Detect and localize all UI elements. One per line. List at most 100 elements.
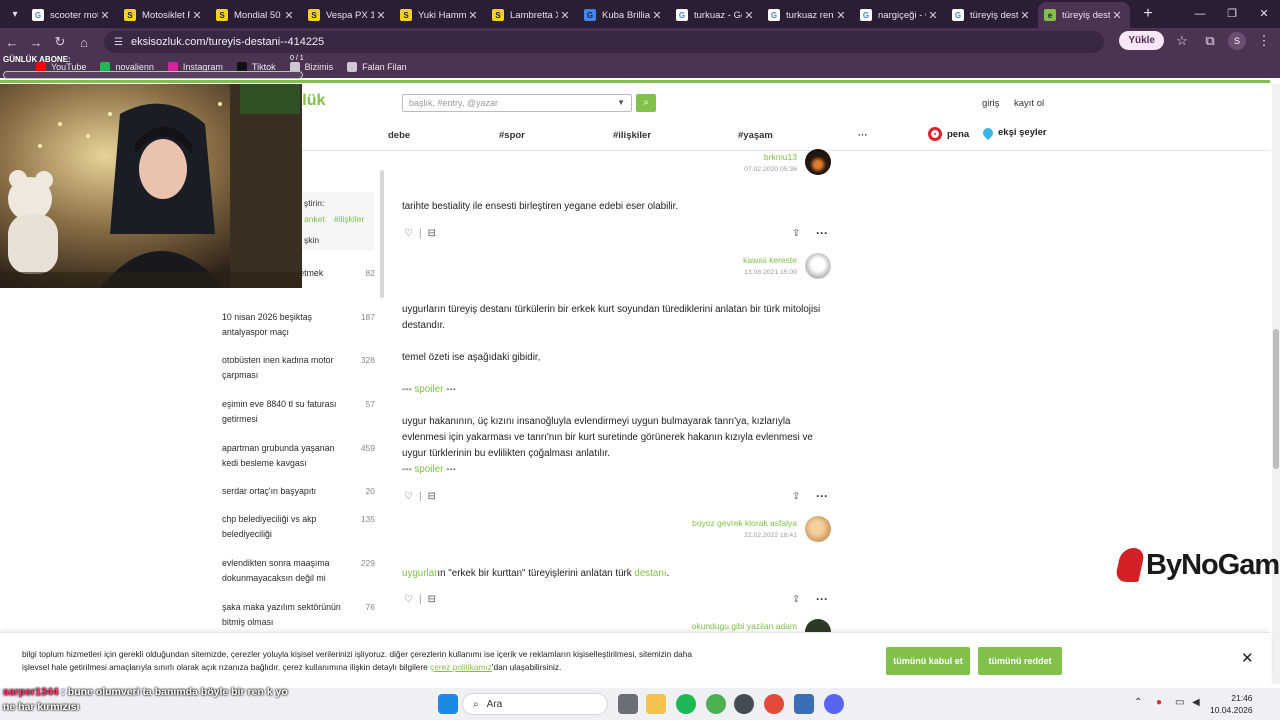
nav-spor[interactable]: #spor — [499, 130, 525, 141]
topic-list-item[interactable]: şaka maka yazılım sektörünün bitmiş olma… — [222, 600, 375, 630]
bookmark-star-icon[interactable]: ☆ — [1172, 33, 1192, 49]
task-view-icon[interactable] — [618, 694, 638, 714]
browser-tab[interactable]: G Kuba Brilliant✕ — [578, 2, 670, 28]
nav-debe[interactable]: debe — [388, 130, 410, 141]
tab-close-icon[interactable]: ✕ — [282, 9, 296, 22]
tab-close-icon[interactable]: ✕ — [1110, 9, 1124, 22]
register-link[interactable]: kayıt ol — [1014, 98, 1044, 109]
favorite-icon[interactable]: ♡ — [404, 228, 413, 239]
share-icon[interactable]: ⇪ — [792, 491, 800, 502]
browser-tab[interactable]: Gturkuaz - Google✕ — [670, 2, 762, 28]
author-avatar[interactable] — [805, 516, 831, 542]
page-scrollbar[interactable] — [1272, 84, 1280, 684]
browser-tab[interactable]: Gtüreyiş destanı✕ — [946, 2, 1038, 28]
new-tab-button[interactable]: + — [1136, 5, 1160, 23]
share-icon[interactable]: ⇪ — [792, 228, 800, 239]
taskbar-clock[interactable]: 21:46 10.04.2026 — [1210, 692, 1253, 716]
spotify-icon[interactable] — [676, 694, 696, 714]
tab-close-icon[interactable]: ✕ — [374, 9, 388, 22]
topic-list-item[interactable]: serdar ortaç'ın başyapıtı 20 — [222, 484, 375, 499]
reload-pill-button[interactable]: Yükle — [1119, 31, 1164, 50]
browser-tab[interactable]: S Yuki Hammer✕ — [394, 2, 486, 28]
tab-close-icon[interactable]: ✕ — [558, 9, 572, 22]
obs-icon[interactable] — [734, 694, 754, 714]
entry-author[interactable]: okundugu gibi yazilan adam — [640, 621, 797, 631]
home-icon[interactable]: ⌂ — [72, 35, 96, 50]
tab-close-icon[interactable]: ✕ — [834, 9, 848, 22]
tab-close-icon[interactable]: ✕ — [190, 9, 204, 22]
file-explorer-icon[interactable] — [646, 694, 666, 714]
back-icon[interactable]: ← — [0, 35, 24, 50]
channel-tag-anket[interactable]: anket — [304, 214, 325, 224]
author-avatar[interactable] — [805, 253, 831, 279]
browser-tab[interactable]: Gturkuaz renk ✕ — [762, 2, 854, 28]
restore-icon[interactable]: ❐ — [1216, 0, 1248, 28]
page-scroll-thumb[interactable] — [1273, 329, 1279, 469]
spoiler-link[interactable]: spoiler — [415, 384, 444, 395]
entry-more-icon[interactable]: ··· — [816, 489, 828, 503]
minimize-icon[interactable]: — — [1184, 0, 1216, 28]
nav-more[interactable]: ··· — [858, 130, 868, 141]
browser-menu-icon[interactable]: ⋮ — [1254, 33, 1274, 49]
chrome-icon[interactable] — [706, 694, 726, 714]
reject-all-button[interactable]: tümünü reddet — [978, 647, 1062, 675]
browser-tab[interactable]: S Lambretta X ✕ — [486, 2, 578, 28]
channel-tag-iliskiler[interactable]: #ilişkiler — [334, 214, 364, 224]
downvote-icon[interactable]: ⊟ — [428, 228, 436, 239]
topic-list-item[interactable]: evlendikten sonra maaşıma dokunmayacaksı… — [222, 556, 375, 586]
tab-close-icon[interactable]: ✕ — [1018, 9, 1032, 22]
search-dropdown-icon[interactable]: ▼ — [617, 98, 625, 107]
nav-eksi-seyler[interactable]: ekşi şeyler — [980, 125, 1047, 140]
spoiler-link[interactable]: spoiler — [415, 464, 444, 475]
downvote-icon[interactable]: ⊟ — [428, 491, 436, 502]
nav-iliskiler[interactable]: #ilişkiler — [613, 130, 651, 141]
share-icon[interactable]: ⇪ — [792, 594, 800, 605]
topic-list-item[interactable]: 10 nisan 2026 beşiktaş antalyaspor maçı 1… — [222, 310, 375, 340]
search-input[interactable]: başlık, #entry, @yazar ▼ — [402, 94, 632, 112]
tab-close-icon[interactable]: ✕ — [742, 9, 756, 22]
author-avatar[interactable] — [805, 149, 831, 175]
volume-icon[interactable]: ◀ — [1192, 697, 1200, 708]
entry-date[interactable]: 22.02.2022 18:41 — [700, 532, 797, 539]
browser-tab[interactable]: S Vespa PX 150✕ — [302, 2, 394, 28]
topic-list-item[interactable]: eşimin eve 8840 tl su faturası getirmesi… — [222, 397, 375, 427]
entry-author[interactable]: boyoz gevrek klorak asfalya — [640, 518, 797, 528]
browser-tab[interactable]: e türeyiş destanı✕ — [1038, 2, 1130, 28]
topic-list-item[interactable]: otobüsten inen kadına motor çarpması 328 — [222, 353, 375, 383]
tray-chevron-icon[interactable]: ⌃ — [1134, 697, 1142, 708]
taskbar-search[interactable]: ⌕ Ara — [462, 693, 608, 715]
bookmark-item[interactable]: Falan Filan — [347, 62, 407, 72]
entry-author[interactable]: brkmu13 — [700, 152, 797, 162]
reload-icon[interactable]: ↻ — [48, 34, 72, 50]
tab-close-icon[interactable]: ✕ — [98, 9, 112, 22]
close-icon[interactable]: ✕ — [1241, 649, 1254, 667]
forward-icon[interactable]: → — [24, 35, 48, 50]
microphone-icon[interactable]: ● — [1156, 697, 1162, 708]
browser-tab[interactable]: Gscooter motor✕ — [26, 2, 118, 28]
entry-date[interactable]: 07.02.2020 05:36 — [700, 166, 797, 173]
left-scrollbar[interactable] — [380, 170, 384, 298]
topic-list-item[interactable]: chp belediyeciliği vs akp belediyeciliği… — [222, 512, 375, 542]
tab-close-icon[interactable]: ✕ — [466, 9, 480, 22]
browser-tab[interactable]: Gnargiçeği - Google✕ — [854, 2, 946, 28]
favorite-icon[interactable]: ♡ — [404, 491, 413, 502]
profile-avatar[interactable]: S — [1228, 31, 1246, 50]
entry-author[interactable]: kawaii kereste — [700, 255, 797, 265]
tab-close-icon[interactable]: ✕ — [650, 9, 664, 22]
close-window-icon[interactable]: ✕ — [1248, 0, 1280, 28]
entry-link[interactable]: uygurlar — [402, 568, 437, 579]
login-link[interactable]: giriş — [982, 98, 999, 109]
site-info-icon[interactable]: ☰ — [114, 37, 123, 48]
windows-start-icon[interactable] — [438, 694, 458, 714]
url-field[interactable]: ☰ eksisozluk.com/tureyis-destani--414225 — [104, 31, 1104, 53]
browser-tab[interactable]: S Mondial 50 ✕ — [210, 2, 302, 28]
browser-tab[interactable]: S Motosiklet Fiyatları✕ — [118, 2, 210, 28]
nav-yasam[interactable]: #yaşam — [738, 130, 773, 141]
entry-more-icon[interactable]: ··· — [816, 226, 828, 240]
chrome-active-icon[interactable] — [764, 694, 784, 714]
discord-icon[interactable] — [824, 694, 844, 714]
app-icon[interactable] — [794, 694, 814, 714]
nav-pena[interactable]: pena — [928, 127, 969, 141]
topic-list-item[interactable]: apartman grubunda yaşanan kedi besleme k… — [222, 441, 375, 471]
accept-all-button[interactable]: tümünü kabul et — [886, 647, 970, 675]
